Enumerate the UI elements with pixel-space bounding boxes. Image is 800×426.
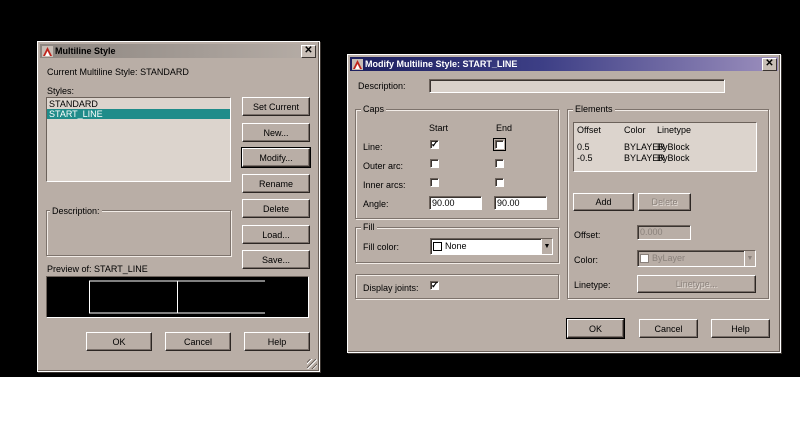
list-item[interactable]: STANDARD <box>47 99 230 109</box>
fill-group: Fill Fill color: None ▼ <box>355 222 559 263</box>
caps-title: Caps <box>361 104 387 114</box>
outer-arc-label: Outer arc: <box>363 161 404 171</box>
description-input[interactable] <box>429 79 725 93</box>
preview-canvas <box>46 276 309 318</box>
styles-listbox[interactable]: STANDARD START_LINE <box>46 97 231 182</box>
inner-arcs-label: Inner arcs: <box>363 180 406 190</box>
ok-button[interactable]: OK <box>86 332 152 351</box>
angle-start-input[interactable]: 90.00 <box>429 196 482 210</box>
element-color-dropdown[interactable]: ByLayer ▼ <box>637 250 756 267</box>
dialog-title: Multiline Style <box>55 46 116 56</box>
linetype-label: Linetype: <box>574 280 611 290</box>
line-end-checkbox[interactable] <box>493 138 506 151</box>
column-header: Color <box>624 125 646 135</box>
column-header: Offset <box>577 125 601 135</box>
close-icon[interactable]: ✕ <box>762 58 777 71</box>
color-label: Color: <box>574 255 599 265</box>
element-color-swatch <box>640 254 649 264</box>
resize-grip-icon[interactable] <box>307 359 317 369</box>
add-element-button[interactable]: Add <box>573 193 634 211</box>
elements-listbox[interactable]: Offset Color Linetype 0.5 BYLAYER ByBlock -0.5… <box>573 122 757 172</box>
display-joints-label: Display joints: <box>363 283 419 293</box>
autocad-app-icon <box>352 58 363 70</box>
inner-arcs-end-checkbox[interactable] <box>495 178 504 187</box>
angle-label: Angle: <box>363 199 389 209</box>
preview-label: Preview of: <box>47 264 92 274</box>
table-cell: 0.5 <box>577 142 590 152</box>
angle-end-input[interactable]: 90.00 <box>494 196 547 210</box>
title-bar[interactable]: Modify Multiline Style: START_LINE ✕ <box>350 57 778 71</box>
fill-color-dropdown[interactable]: None ▼ <box>430 238 553 255</box>
offset-input[interactable]: 0.000 <box>637 225 691 240</box>
list-item[interactable]: START_LINE <box>47 109 230 119</box>
load-button[interactable]: Load... <box>242 225 310 244</box>
ok-button[interactable]: OK <box>566 318 625 339</box>
fill-title: Fill <box>361 222 377 232</box>
help-button[interactable]: Help <box>711 319 770 338</box>
cancel-button[interactable]: Cancel <box>639 319 698 338</box>
line-start-checkbox[interactable]: ✓ <box>430 140 439 149</box>
delete-button[interactable]: Delete <box>242 199 310 218</box>
display-joints-checkbox[interactable]: ✓ <box>430 281 439 290</box>
column-header: Linetype <box>657 125 692 135</box>
line-label: Line: <box>363 142 383 152</box>
delete-element-button[interactable]: Delete <box>638 193 691 211</box>
elements-group: Elements Offset Color Linetype 0.5 BYLAYER By… <box>567 104 769 299</box>
linetype-button[interactable]: Linetype... <box>637 275 756 293</box>
table-cell: -0.5 <box>577 153 593 163</box>
current-style-line: Current Multiline Style: STANDARD <box>47 67 189 77</box>
current-style-value: STANDARD <box>140 67 189 77</box>
offset-label: Offset: <box>574 230 601 240</box>
table-row[interactable]: -0.5 BYLAYER ByBlock <box>574 153 756 163</box>
fill-color-swatch <box>433 242 442 252</box>
multiline-style-dialog: Multiline Style ✕ Current Multiline Styl… <box>37 41 320 372</box>
fill-color-label: Fill color: <box>363 242 400 252</box>
elements-title: Elements <box>573 104 615 114</box>
caps-group: Caps Start End Line: ✓ Outer arc: Inner … <box>355 104 559 219</box>
set-current-button[interactable]: Set Current <box>242 97 310 116</box>
element-color-value: ByLayer <box>652 253 686 263</box>
modify-button[interactable]: Modify... <box>241 147 311 168</box>
new-button[interactable]: New... <box>242 123 310 142</box>
save-button[interactable]: Save... <box>242 250 310 269</box>
outer-arc-start-checkbox[interactable] <box>430 159 439 168</box>
close-icon[interactable]: ✕ <box>301 45 316 58</box>
description-label: Description: <box>50 206 102 216</box>
elements-header-row: Offset Color Linetype <box>574 125 756 135</box>
caps-start-header: Start <box>429 123 449 133</box>
help-button[interactable]: Help <box>244 332 310 351</box>
chevron-down-icon[interactable]: ▼ <box>541 239 552 254</box>
chevron-down-icon[interactable]: ▼ <box>744 251 755 266</box>
styles-label: Styles: <box>47 86 75 96</box>
description-label: Description: <box>358 81 406 91</box>
modify-multiline-style-dialog: Modify Multiline Style: START_LINE ✕ Des… <box>347 54 781 353</box>
title-bar[interactable]: Multiline Style ✕ <box>40 44 317 58</box>
rename-button[interactable]: Rename <box>242 174 310 193</box>
caps-end-header: End <box>496 123 513 133</box>
cancel-button[interactable]: Cancel <box>165 332 231 351</box>
autocad-app-icon <box>42 45 53 57</box>
preview-value: START_LINE <box>94 264 148 274</box>
table-cell: ByBlock <box>657 153 690 163</box>
display-joints-group: Display joints: ✓ <box>355 274 559 299</box>
dialog-title: Modify Multiline Style: START_LINE <box>365 59 518 69</box>
current-style-label: Current Multiline Style: <box>47 67 138 77</box>
outer-arc-end-checkbox[interactable] <box>495 159 504 168</box>
description-group: Description: <box>46 206 231 256</box>
table-row[interactable]: 0.5 BYLAYER ByBlock <box>574 142 756 152</box>
multiline-preview-drawing <box>89 280 265 314</box>
preview-line: Preview of: START_LINE <box>47 264 148 274</box>
table-cell: ByBlock <box>657 142 690 152</box>
fill-color-value: None <box>445 241 467 251</box>
inner-arcs-start-checkbox[interactable] <box>430 178 439 187</box>
